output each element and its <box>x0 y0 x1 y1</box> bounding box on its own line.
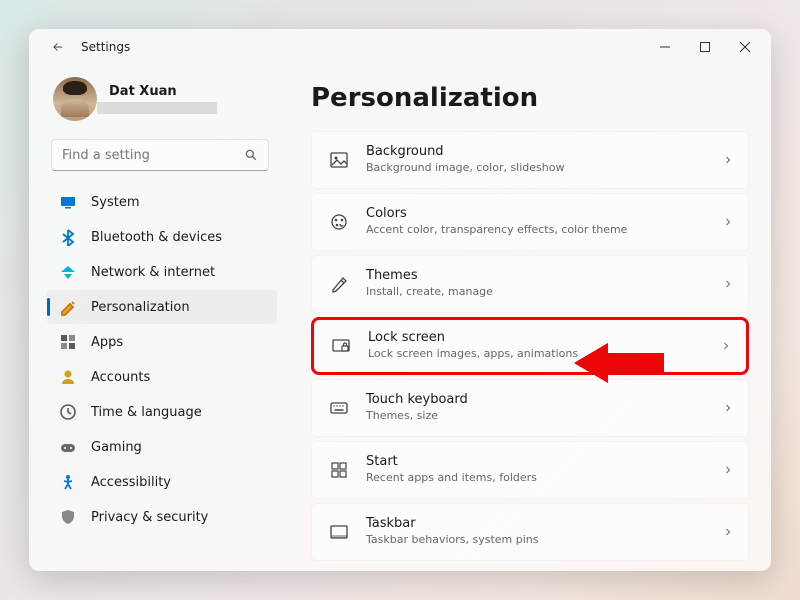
nav-list: System Bluetooth & devices Network & inter… <box>47 185 277 571</box>
arrow-left-icon <box>51 40 65 54</box>
chevron-right-icon <box>722 461 734 480</box>
colors-icon <box>328 211 350 233</box>
sidebar-item-label: Apps <box>91 335 123 350</box>
search-icon <box>244 148 258 162</box>
chevron-right-icon <box>722 523 734 542</box>
sidebar-item-label: Accounts <box>91 370 150 385</box>
maximize-icon <box>700 42 710 52</box>
sidebar-item-apps[interactable]: Apps <box>47 325 277 359</box>
profile-email-redacted <box>97 102 217 114</box>
sidebar-item-label: Privacy & security <box>91 510 208 525</box>
window-buttons <box>645 32 765 62</box>
sidebar-item-network[interactable]: Network & internet <box>47 255 277 289</box>
card-title: Themes <box>366 268 722 285</box>
card-subtitle: Accent color, transparency effects, colo… <box>366 223 722 237</box>
keyboard-icon <box>328 397 350 419</box>
settings-card-list: BackgroundBackground image, color, slide… <box>311 131 749 561</box>
card-subtitle: Taskbar behaviors, system pins <box>366 533 722 547</box>
background-icon <box>328 149 350 171</box>
sidebar-item-label: Network & internet <box>91 265 215 280</box>
page-title: Personalization <box>311 83 749 113</box>
sidebar-item-label: Personalization <box>91 300 190 315</box>
settings-card-keyboard[interactable]: Touch keyboardThemes, size <box>311 379 749 437</box>
back-button[interactable] <box>43 32 73 62</box>
chevron-right-icon <box>722 399 734 418</box>
settings-card-background[interactable]: BackgroundBackground image, color, slide… <box>311 131 749 189</box>
card-title: Lock screen <box>368 330 720 347</box>
sidebar-item-privacy[interactable]: Privacy & security <box>47 500 277 534</box>
avatar <box>53 77 97 121</box>
sidebar-item-accessibility[interactable]: Accessibility <box>47 465 277 499</box>
settings-card-colors[interactable]: ColorsAccent color, transparency effects… <box>311 193 749 251</box>
sidebar-item-bluetooth[interactable]: Bluetooth & devices <box>47 220 277 254</box>
card-title: Background <box>366 144 722 161</box>
accessibility-icon <box>59 473 77 491</box>
chevron-right-icon <box>722 151 734 170</box>
network-icon <box>59 263 77 281</box>
card-title: Taskbar <box>366 516 722 533</box>
sidebar-item-personalization[interactable]: Personalization <box>47 290 277 324</box>
settings-card-start[interactable]: StartRecent apps and items, folders <box>311 441 749 499</box>
chevron-right-icon <box>722 275 734 294</box>
chevron-right-icon <box>722 213 734 232</box>
close-button[interactable] <box>725 32 765 62</box>
profile-block[interactable]: Dat Xuan <box>47 77 277 121</box>
sidebar-item-label: Time & language <box>91 405 202 420</box>
system-icon <box>59 193 77 211</box>
sidebar-item-system[interactable]: System <box>47 185 277 219</box>
card-subtitle: Recent apps and items, folders <box>366 471 722 485</box>
chevron-right-icon <box>720 337 732 356</box>
titlebar: Settings <box>29 29 771 65</box>
profile-name: Dat Xuan <box>109 84 217 100</box>
taskbar-icon <box>328 521 350 543</box>
maximize-button[interactable] <box>685 32 725 62</box>
sidebar: Dat Xuan System Bluetooth & devices Networ… <box>29 65 285 571</box>
sidebar-item-label: Accessibility <box>91 475 171 490</box>
themes-icon <box>328 273 350 295</box>
personalization-icon <box>59 298 77 316</box>
settings-card-themes[interactable]: ThemesInstall, create, manage <box>311 255 749 313</box>
card-subtitle: Lock screen images, apps, animations <box>368 347 720 361</box>
settings-card-taskbar[interactable]: TaskbarTaskbar behaviors, system pins <box>311 503 749 561</box>
card-title: Start <box>366 454 722 471</box>
privacy-icon <box>59 508 77 526</box>
bluetooth-icon <box>59 228 77 246</box>
card-subtitle: Themes, size <box>366 409 722 423</box>
apps-icon <box>59 333 77 351</box>
lockscreen-icon <box>330 335 352 357</box>
card-title: Touch keyboard <box>366 392 722 409</box>
sidebar-item-label: System <box>91 195 139 210</box>
minimize-icon <box>660 42 670 52</box>
main-pane: Personalization BackgroundBackground ima… <box>285 65 771 571</box>
settings-window: Settings Dat Xuan System Bluetooth & devi… <box>29 29 771 571</box>
close-icon <box>740 42 750 52</box>
search-input[interactable] <box>62 148 244 163</box>
sidebar-item-gaming[interactable]: Gaming <box>47 430 277 464</box>
sidebar-item-label: Bluetooth & devices <box>91 230 222 245</box>
window-title: Settings <box>81 40 130 54</box>
card-subtitle: Install, create, manage <box>366 285 722 299</box>
time-icon <box>59 403 77 421</box>
sidebar-item-accounts[interactable]: Accounts <box>47 360 277 394</box>
minimize-button[interactable] <box>645 32 685 62</box>
search-box[interactable] <box>51 139 269 171</box>
gaming-icon <box>59 438 77 456</box>
sidebar-item-time[interactable]: Time & language <box>47 395 277 429</box>
accounts-icon <box>59 368 77 386</box>
start-icon <box>328 459 350 481</box>
card-title: Colors <box>366 206 722 223</box>
sidebar-item-label: Gaming <box>91 440 142 455</box>
card-subtitle: Background image, color, slideshow <box>366 161 722 175</box>
settings-card-lockscreen[interactable]: Lock screenLock screen images, apps, ani… <box>311 317 749 375</box>
